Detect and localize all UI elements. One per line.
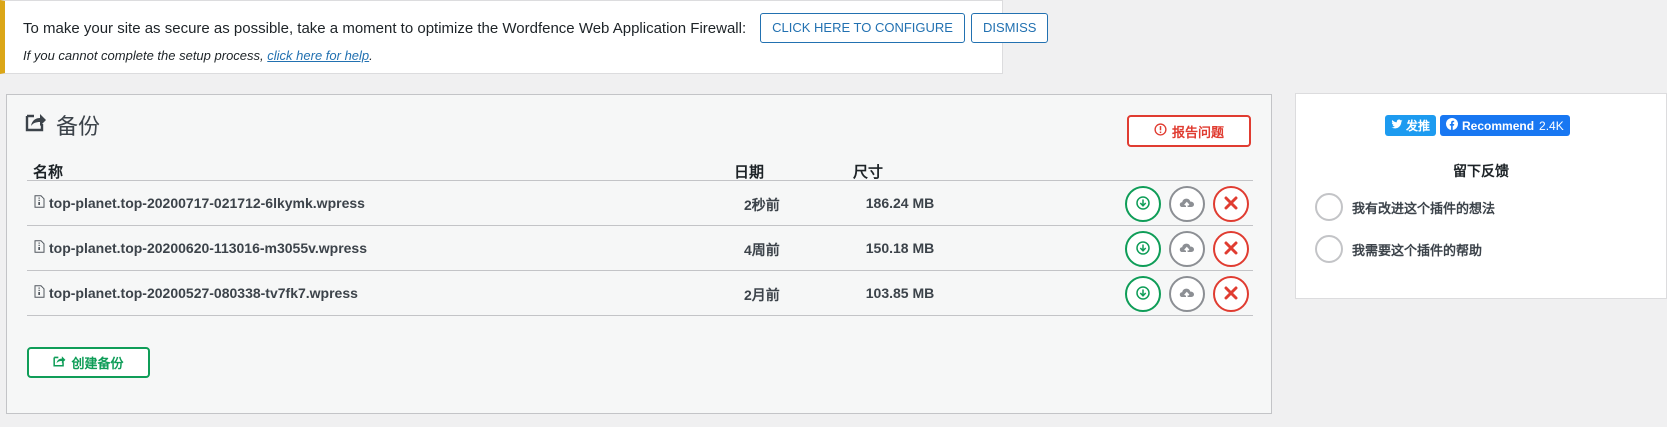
download-button[interactable] bbox=[1125, 231, 1161, 267]
column-date: 日期 bbox=[734, 164, 765, 181]
table-row: top-planet.top-20200620-113016-m3055v.wp… bbox=[27, 226, 1253, 271]
download-arrow-icon bbox=[1136, 285, 1150, 303]
backup-date: 2月前 bbox=[744, 287, 780, 303]
tweet-button[interactable]: 发推 bbox=[1385, 115, 1437, 136]
backup-name: top-planet.top-20200620-113016-m3055v.wp… bbox=[34, 240, 367, 256]
delete-button[interactable] bbox=[1213, 186, 1249, 222]
download-arrow-icon bbox=[1136, 240, 1150, 258]
cloud-upload-icon bbox=[1179, 241, 1195, 258]
file-archive-icon bbox=[34, 240, 49, 256]
table-row: top-planet.top-20200527-080338-tv7fk7.wp… bbox=[27, 271, 1253, 316]
share-export-icon bbox=[25, 112, 56, 138]
table-header: 名称 日期 尺寸 bbox=[27, 161, 1253, 181]
close-x-icon bbox=[1224, 196, 1238, 213]
download-arrow-icon bbox=[1136, 195, 1150, 213]
report-problem-label: 报告问题 bbox=[1171, 124, 1224, 140]
backup-size: 103.85 MB bbox=[865, 285, 935, 301]
notice-help-suffix: . bbox=[369, 48, 373, 63]
cloud-upload-button[interactable] bbox=[1169, 276, 1205, 312]
facebook-recommend-button[interactable]: Recommend 2.4K bbox=[1440, 115, 1570, 136]
download-button[interactable] bbox=[1125, 276, 1161, 312]
cloud-upload-button[interactable] bbox=[1169, 231, 1205, 267]
column-size: 尺寸 bbox=[853, 164, 884, 181]
backup-date: 4周前 bbox=[744, 242, 780, 258]
backup-name: top-planet.top-20200527-080338-tv7fk7.wp… bbox=[34, 285, 358, 301]
download-button[interactable] bbox=[1125, 186, 1161, 222]
social-buttons: 发推 Recommend 2.4K bbox=[1385, 115, 1570, 136]
backups-table: 名称 日期 尺寸 top-planet.top-20200717-021712-… bbox=[27, 161, 1253, 316]
feedback-option-label: 我需要这个插件的帮助 bbox=[1352, 242, 1483, 258]
wordfence-notice: To make your site as secure as possible,… bbox=[0, 0, 1049, 74]
create-backup-label: 创建备份 bbox=[71, 356, 124, 371]
backups-panel: 备份 报告问题 名称 日期 尺寸 top-planet.top-20200717… bbox=[6, 94, 1272, 414]
twitter-bird-icon bbox=[1391, 119, 1406, 133]
exclamation-circle-icon bbox=[1154, 123, 1172, 139]
column-name: 名称 bbox=[33, 164, 64, 181]
page-title-text: 备份 bbox=[56, 114, 101, 139]
feedback-radio[interactable] bbox=[1315, 193, 1343, 221]
notice-help: If you cannot complete the setup process… bbox=[23, 48, 984, 63]
feedback-option-label: 我有改进这个插件的想法 bbox=[1352, 200, 1496, 216]
notice-help-prefix: If you cannot complete the setup process… bbox=[23, 48, 268, 63]
cloud-upload-icon bbox=[1179, 196, 1195, 213]
backup-date: 2秒前 bbox=[744, 197, 780, 213]
feedback-radio[interactable] bbox=[1315, 235, 1343, 263]
backup-size: 150.18 MB bbox=[865, 240, 935, 256]
feedback-option-help[interactable]: 我需要这个插件的帮助 bbox=[1315, 235, 1482, 263]
configure-button[interactable]: CLICK HERE TO CONFIGURE bbox=[760, 13, 965, 43]
page-title: 备份 bbox=[25, 109, 100, 141]
recommend-label: Recommend bbox=[1462, 118, 1535, 133]
create-backup-button[interactable]: 创建备份 bbox=[27, 347, 150, 378]
delete-button[interactable] bbox=[1213, 231, 1249, 267]
backup-filename: top-planet.top-20200527-080338-tv7fk7.wp… bbox=[49, 285, 358, 301]
report-problem-button[interactable]: 报告问题 bbox=[1127, 115, 1251, 147]
tweet-label: 发推 bbox=[1406, 119, 1431, 133]
backup-name: top-planet.top-20200717-021712-6lkymk.wp… bbox=[34, 195, 365, 211]
feedback-option-idea[interactable]: 我有改进这个插件的想法 bbox=[1315, 193, 1495, 221]
backup-filename: top-planet.top-20200620-113016-m3055v.wp… bbox=[49, 240, 368, 256]
feedback-sidebar: 发推 Recommend 2.4K 留下反馈 我有改进这个插件的想法 我需要这个… bbox=[1295, 93, 1667, 299]
backup-size: 186.24 MB bbox=[865, 195, 935, 211]
close-x-icon bbox=[1224, 241, 1238, 258]
file-archive-icon bbox=[34, 285, 49, 301]
dismiss-button[interactable]: DISMISS bbox=[970, 13, 1049, 43]
help-link[interactable]: click here for help bbox=[267, 48, 369, 63]
table-row: top-planet.top-20200717-021712-6lkymk.wp… bbox=[27, 181, 1253, 226]
recommend-count: 2.4K bbox=[1539, 118, 1564, 133]
close-x-icon bbox=[1224, 286, 1238, 303]
delete-button[interactable] bbox=[1213, 276, 1249, 312]
file-archive-icon bbox=[34, 195, 49, 211]
cloud-upload-button[interactable] bbox=[1169, 186, 1205, 222]
notice-message: To make your site as secure as possible,… bbox=[23, 19, 747, 37]
backup-filename: top-planet.top-20200717-021712-6lkymk.wp… bbox=[49, 195, 365, 211]
cloud-upload-icon bbox=[1179, 286, 1195, 303]
facebook-icon bbox=[1446, 118, 1462, 133]
feedback-title: 留下反馈 bbox=[1453, 163, 1509, 179]
share-export-icon bbox=[53, 355, 71, 370]
